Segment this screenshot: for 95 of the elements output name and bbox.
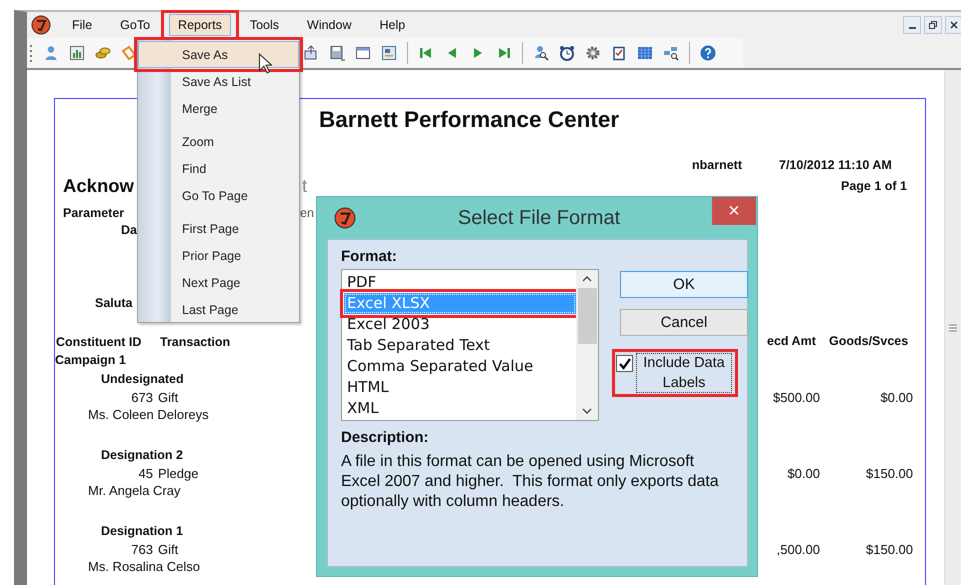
alarm-clock-icon[interactable]	[559, 45, 575, 61]
received-amount: ,500.00	[776, 542, 820, 557]
report-heading: Acknow	[63, 175, 134, 197]
report-heading: t	[302, 175, 308, 197]
restore-icon	[928, 20, 938, 30]
list-item[interactable]: Comma Separated Value	[344, 356, 576, 377]
salutation-label: Saluta	[95, 296, 133, 310]
grid-icon[interactable]	[637, 45, 653, 61]
designation-label: Designation 2	[101, 448, 183, 462]
parameters-label: Parameter	[63, 206, 124, 220]
report-title: Barnett Performance Center	[319, 107, 620, 133]
constituent-name: Ms. Coleen Deloreys	[88, 407, 209, 422]
list-item[interactable]: Tab Separated Text	[344, 335, 576, 356]
date-label: Da	[121, 223, 137, 237]
list-item[interactable]: XML	[344, 398, 576, 419]
network-search-icon[interactable]	[663, 45, 679, 61]
form-icon[interactable]	[381, 45, 397, 61]
constituent-id: 763	[131, 542, 153, 557]
menu-item[interactable]: Save As	[138, 41, 299, 68]
export-icon[interactable]	[303, 45, 319, 61]
menu-item[interactable]: Go To Page	[138, 182, 299, 209]
format-label: Format:	[341, 248, 398, 265]
goods-services-amount: $150.00	[866, 466, 913, 481]
constituent-id: 45	[138, 466, 153, 481]
menu-item[interactable]: Find	[138, 155, 299, 182]
help-icon[interactable]	[700, 45, 716, 61]
chart-icon[interactable]	[69, 45, 85, 61]
column-header: Goods/Svces	[829, 334, 908, 348]
menu-item[interactable]: Last Page	[138, 296, 299, 323]
parameter-text: en	[300, 206, 314, 220]
constituent-id: 673	[131, 390, 153, 405]
menu-item[interactable]: First Page	[138, 215, 299, 242]
list-item[interactable]: Excel 2003	[344, 314, 576, 335]
designation-label: Undesignated	[101, 372, 184, 386]
description-text: A file in this format can be opened using Microsoft Excel 2007 and higher. This format only exports data optionally with column headers.	[341, 452, 720, 512]
menu-item[interactable]: Merge	[138, 95, 299, 122]
description-label: Description:	[341, 429, 430, 446]
mouse-pointer-icon	[258, 53, 272, 74]
list-item[interactable]: PDF	[344, 272, 576, 293]
list-scrollbar[interactable]	[576, 270, 598, 420]
person-icon[interactable]	[43, 45, 59, 61]
minimize-icon	[908, 27, 916, 29]
menu-item[interactable]: Next Page	[138, 269, 299, 296]
window-icon[interactable]	[355, 45, 371, 61]
menu-item[interactable]: Prior Page	[138, 242, 299, 269]
menu-item[interactable]: GoTo	[111, 14, 160, 36]
app-logo-icon	[334, 207, 356, 229]
constituent-name: Ms. Rosalina Celso	[88, 559, 200, 574]
transaction-type: Pledge	[158, 466, 198, 481]
constituent-name: Mr. Angela Cray	[88, 483, 180, 498]
close-icon	[949, 20, 959, 30]
last-page-icon[interactable]	[496, 45, 512, 61]
user-name: nbarnett	[692, 158, 742, 172]
vertical-scrollbar[interactable]	[944, 70, 961, 585]
menu-item[interactable]: Window	[298, 14, 360, 36]
scroll-down-icon[interactable]	[582, 408, 592, 414]
checkbox-label[interactable]: Include Data Labels	[636, 353, 732, 393]
ok-button[interactable]: OK	[620, 271, 748, 298]
gear-icon[interactable]	[585, 45, 601, 61]
menu-item[interactable]: Zoom	[138, 128, 299, 155]
column-header: Transaction	[160, 335, 230, 349]
transaction-type: Gift	[158, 390, 178, 405]
close-button[interactable]	[945, 16, 961, 34]
column-header: ecd Amt	[767, 334, 816, 348]
format-list[interactable]: PDF Excel XLSX Excel 2003 Tab Separated Text Comma Separated Value HTML XML	[341, 269, 599, 421]
minimize-button[interactable]	[903, 16, 921, 34]
report-timestamp: 7/10/2012 11:10 AM	[779, 158, 892, 172]
campaign-label: Campaign 1	[55, 353, 126, 367]
toolbar-grip-icon[interactable]	[29, 43, 33, 63]
scroll-up-icon[interactable]	[582, 276, 592, 282]
menu-item[interactable]: Save As List	[138, 68, 299, 95]
coins-icon[interactable]	[95, 45, 111, 61]
menu-item[interactable]: File	[63, 14, 102, 36]
person-search-icon[interactable]	[533, 45, 549, 61]
cancel-button[interactable]: Cancel	[620, 309, 748, 336]
checkbox[interactable]	[616, 355, 633, 372]
designation-label: Designation 1	[101, 524, 183, 538]
menu-item[interactable]: Tools	[240, 14, 288, 36]
dialog-title: Select File Format	[456, 207, 622, 230]
first-page-icon[interactable]	[418, 45, 434, 61]
app-logo-icon[interactable]	[31, 15, 51, 35]
close-button[interactable]: ×	[712, 197, 756, 225]
column-header: Constituent ID	[56, 335, 142, 349]
menu-item[interactable]: Help	[370, 14, 414, 36]
grip-icon[interactable]	[949, 324, 957, 332]
received-amount: $0.00	[787, 466, 820, 481]
restore-button[interactable]	[924, 16, 942, 34]
list-item[interactable]: HTML	[344, 377, 576, 398]
transaction-type: Gift	[158, 542, 178, 557]
menu-item[interactable]: Reports	[169, 14, 231, 36]
clipboard-icon[interactable]	[611, 45, 627, 61]
received-amount: $500.00	[773, 390, 820, 405]
goods-services-amount: $0.00	[880, 390, 913, 405]
goods-services-amount: $150.00	[866, 542, 913, 557]
page-number: Page 1 of 1	[841, 179, 907, 193]
